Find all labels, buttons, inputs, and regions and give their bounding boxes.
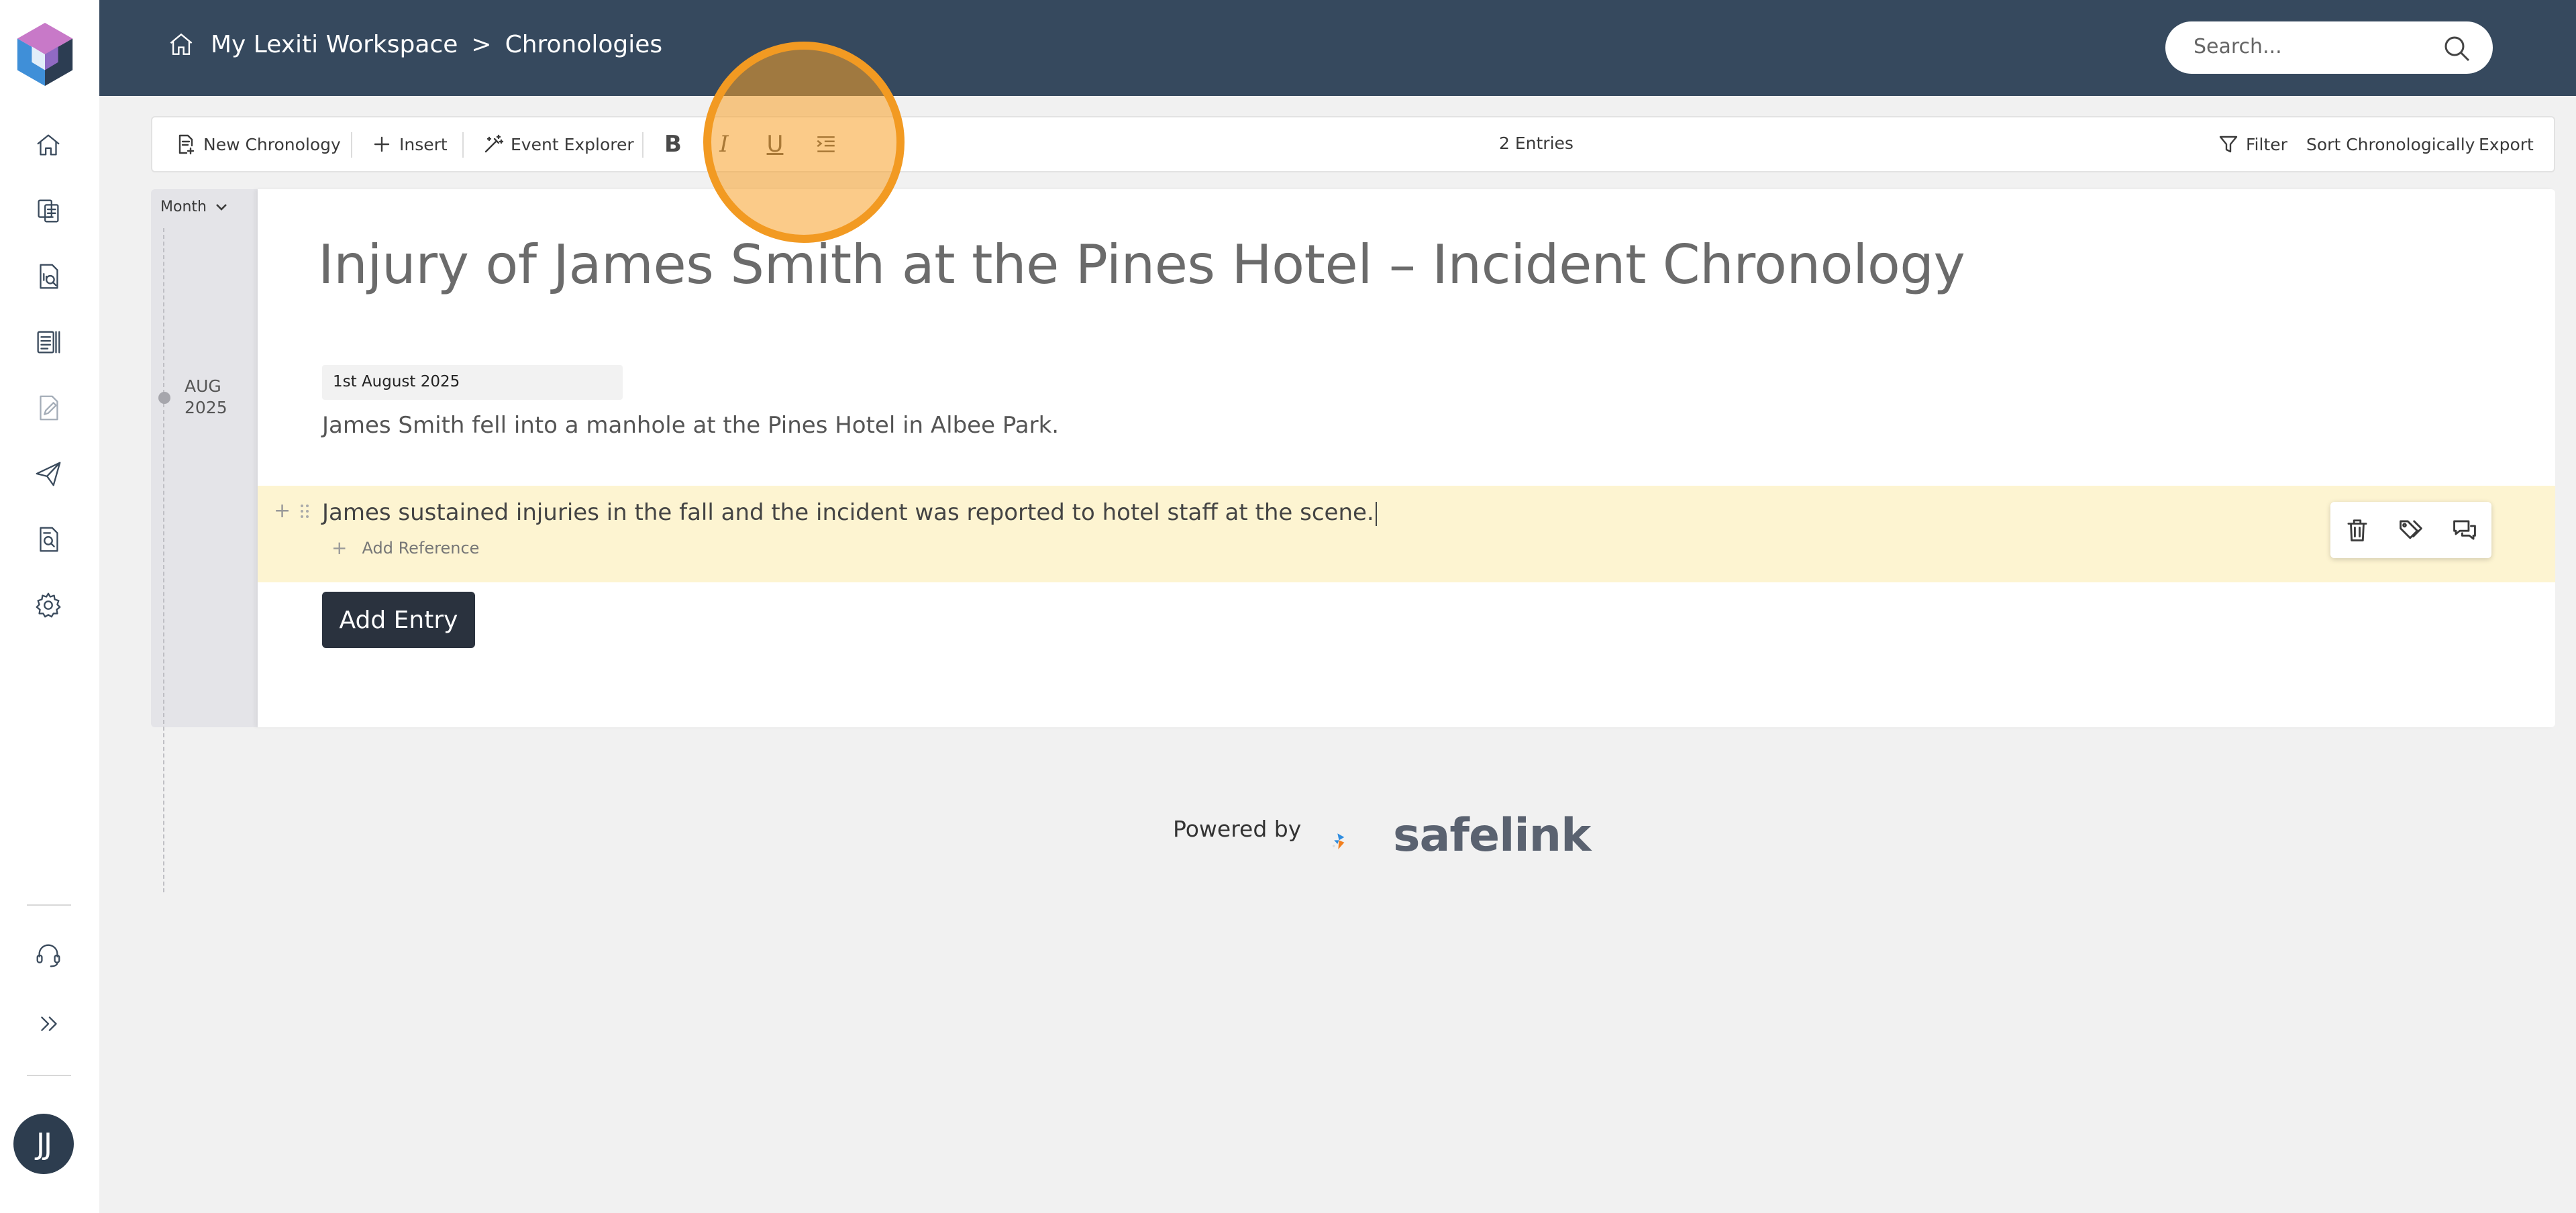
active-entry-row[interactable]: + James sustained injuries in the fall a… [258,486,2555,582]
home-icon [37,134,60,156]
trash-icon [2347,519,2367,541]
breadcrumb-separator: > [471,30,492,58]
nav-documents[interactable] [30,192,67,229]
plus-icon: + [331,537,348,559]
nav-expand[interactable] [30,1005,67,1043]
entry-actions-toolbar [2330,502,2491,558]
add-reference-label: Add Reference [362,538,480,558]
nav-home[interactable] [30,126,67,164]
comments-icon [2453,520,2476,540]
nav-reports[interactable] [30,258,67,295]
tags-icon [2400,520,2422,539]
nav-support[interactable] [30,937,67,974]
nav-send[interactable] [30,455,67,492]
comment-entry-button[interactable] [2450,515,2479,545]
add-entry-button[interactable]: Add Entry [322,592,475,648]
chevron-double-right-icon [41,1016,57,1031]
lexiti-logo[interactable] [12,20,78,90]
header: My Lexiti Workspace > Chronologies Searc… [99,0,2576,96]
safelink-wordmark: safelink [1393,809,1591,862]
nav-review[interactable] [30,521,67,558]
magic-wand-icon [484,134,504,153]
drag-handle-icon[interactable] [301,503,310,519]
filter-button[interactable]: Filter [2218,117,2287,171]
toolbar-divider [462,132,464,158]
new-chronology-label: New Chronology [203,134,341,154]
indent-icon [817,136,835,152]
export-button[interactable]: Export [2479,117,2534,171]
search-placeholder: Search... [2194,35,2282,58]
nav-settings[interactable] [30,586,67,624]
breadcrumb-current[interactable]: Chronologies [505,31,663,58]
sort-chronologically-button[interactable]: Sort Chronologically [2306,117,2475,171]
home-icon[interactable] [166,30,196,59]
timeline-marker[interactable] [158,392,170,404]
documents-icon [38,199,59,223]
edit-document-icon [40,395,58,421]
powered-by-label: Powered by [1173,816,1302,842]
sidebar: JJ [0,0,99,1213]
timeline-line [163,228,164,892]
add-reference-button[interactable]: + Add Reference [331,537,479,559]
toolbar-divider [642,132,643,158]
nav-editor[interactable] [30,389,67,427]
timeline-grouping-select[interactable]: Month [160,199,229,215]
page-title[interactable]: Injury of James Smith at the Pines Hotel… [318,233,1965,296]
filter-label: Filter [2246,134,2287,154]
avatar[interactable]: JJ [13,1114,74,1174]
gear-icon [36,592,61,618]
indent-button[interactable] [811,129,841,159]
timeline-grouping-label: Month [160,199,207,215]
sidebar-divider [27,904,71,906]
bold-button[interactable]: B [658,129,688,159]
timeline-date[interactable]: AUG 2025 [185,376,227,419]
timeline-month: AUG [185,376,221,396]
text-cursor [1375,501,1377,526]
breadcrumb: My Lexiti Workspace > Chronologies [166,30,662,59]
search-input[interactable]: Search... [2165,21,2493,74]
support-icon [36,944,60,967]
chevron-down-icon [216,203,227,211]
entry-text-editing[interactable]: James sustained injuries in the fall and… [322,499,1377,526]
plus-icon [374,136,390,152]
tag-entry-button[interactable] [2396,515,2426,545]
nav-chronologies[interactable] [30,323,67,361]
entry-date-field[interactable]: 1st August 2025 [322,365,623,400]
entries-count: 2 Entries [1499,134,1574,153]
toolbar-divider [351,132,352,158]
timeline-rail: Month AUG 2025 [151,189,258,892]
event-explorer-label: Event Explorer [511,134,634,154]
add-row-icon[interactable]: + [274,499,291,523]
filter-icon [2219,136,2238,153]
insert-button[interactable]: Insert [371,117,448,171]
italic-button[interactable]: I [709,129,739,159]
sidebar-divider [27,1075,71,1076]
new-chronology-button[interactable]: New Chronology [175,117,341,171]
delete-entry-button[interactable] [2342,515,2372,545]
timeline-year: 2025 [185,398,227,417]
report-search-icon [40,264,58,289]
new-document-icon [178,134,195,155]
chronology-document: Injury of James Smith at the Pines Hotel… [258,189,2555,727]
insert-label: Insert [399,134,448,154]
event-explorer-button[interactable]: Event Explorer [482,117,634,171]
document-search-icon [40,527,58,552]
search-icon[interactable] [2440,32,2473,64]
breadcrumb-workspace[interactable]: My Lexiti Workspace [211,31,458,58]
underline-button[interactable]: U [760,129,790,159]
send-icon [36,462,61,486]
safelink-logo-mark [1332,833,1345,849]
chronology-icon [37,331,60,354]
entry-text[interactable]: James Smith fell into a manhole at the P… [322,412,1059,439]
editor-toolbar: New Chronology Insert Event Explorer B I… [151,116,2555,172]
entry-text-content: James sustained injuries in the fall and… [322,499,1374,526]
